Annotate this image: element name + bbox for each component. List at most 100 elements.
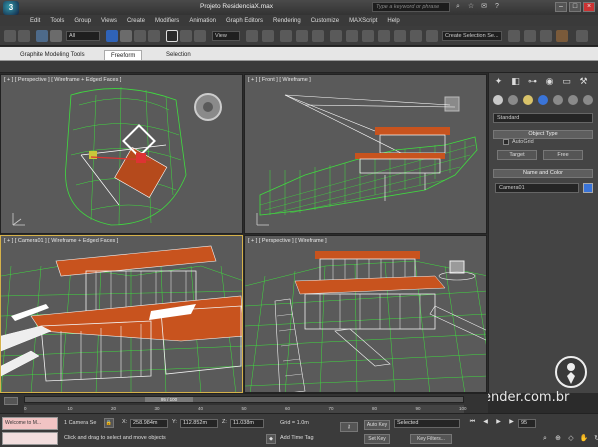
- minimize-button[interactable]: –: [555, 2, 567, 12]
- systems-icon[interactable]: [583, 95, 593, 105]
- select-by-name-icon[interactable]: [120, 30, 132, 42]
- pan-icon[interactable]: ✋: [579, 434, 589, 444]
- z-coordinate-field[interactable]: 11.038m: [230, 419, 264, 428]
- schematic-view-icon[interactable]: [426, 30, 438, 42]
- add-time-tag-button[interactable]: Add Time Tag: [280, 435, 314, 441]
- lights-icon[interactable]: [523, 95, 533, 105]
- key-mode-dropdown[interactable]: Selected: [394, 419, 460, 428]
- tab-graphite-modeling-tools[interactable]: Graphite Modeling Tools: [14, 50, 91, 60]
- expand-toolbar-icon[interactable]: [576, 30, 588, 42]
- pivot-icon[interactable]: [246, 30, 258, 42]
- select-link-icon[interactable]: [36, 30, 48, 42]
- rendered-frame-icon[interactable]: [540, 30, 552, 42]
- field-of-view-icon[interactable]: ◇: [566, 434, 576, 444]
- modify-icon[interactable]: ◧: [510, 76, 521, 87]
- app-menu-icon[interactable]: 3: [3, 0, 19, 15]
- search-icon[interactable]: ⌕: [454, 2, 462, 11]
- graphite-toggle-icon[interactable]: [394, 30, 406, 42]
- zoom-all-icon[interactable]: ⊕: [553, 434, 563, 444]
- selection-filter-dropdown[interactable]: All: [66, 31, 100, 41]
- orbit-icon[interactable]: ↻: [592, 434, 598, 444]
- set-key-button[interactable]: Set Key: [364, 434, 390, 444]
- named-selection-set-input[interactable]: Create Selection Se...: [442, 31, 502, 41]
- helpers-icon[interactable]: [553, 95, 563, 105]
- undo-icon[interactable]: [4, 30, 16, 42]
- angle-snap-icon[interactable]: [280, 30, 292, 42]
- viewport-label[interactable]: [ + ] [ Camera01 ] [ Wireframe + Edged F…: [4, 238, 118, 244]
- render-setup-icon[interactable]: [524, 30, 536, 42]
- object-color-swatch[interactable]: [583, 183, 593, 193]
- select-object-icon[interactable]: [106, 30, 118, 42]
- geometry-icon[interactable]: [493, 95, 503, 105]
- help-icon[interactable]: ?: [493, 2, 501, 11]
- menu-item-modifiers[interactable]: Modifiers: [155, 18, 179, 24]
- name-and-color-rollout[interactable]: Name and Color: [493, 169, 593, 178]
- set-key-icon[interactable]: ⚷: [340, 422, 358, 432]
- viewport-label[interactable]: [ + ] [ Perspective ] [ Wireframe ]: [248, 238, 327, 244]
- current-frame-field[interactable]: 95: [518, 419, 536, 428]
- menu-item-animation[interactable]: Animation: [189, 18, 216, 24]
- menu-item-help[interactable]: Help: [387, 18, 399, 24]
- unlink-icon[interactable]: [50, 30, 62, 42]
- viewport-front-top-right[interactable]: [ + ] [ Front ] [ Wireframe ]: [244, 74, 487, 234]
- time-slider-thumb[interactable]: 95 / 100: [145, 397, 193, 402]
- time-tag-icon[interactable]: ◆: [266, 434, 276, 444]
- track-bar[interactable]: 0 10 20 30 40 50 60 70 80 90 100: [24, 405, 467, 413]
- go-to-start-icon[interactable]: ⏮: [468, 418, 477, 427]
- cameras-icon[interactable]: [538, 95, 548, 105]
- previous-frame-icon[interactable]: ◀: [481, 418, 490, 427]
- subscription-icon[interactable]: ☆: [467, 2, 475, 11]
- free-camera-button[interactable]: Free: [543, 150, 583, 160]
- percent-snap-icon[interactable]: [296, 30, 308, 42]
- rotate-icon[interactable]: [180, 30, 192, 42]
- viewport-perspective-bottom-right[interactable]: [ + ] [ Perspective ] [ Wireframe ]: [244, 235, 487, 393]
- menu-item-create[interactable]: Create: [127, 18, 145, 24]
- menu-item-maxscript[interactable]: MAXScript: [349, 18, 377, 24]
- window-crossing-icon[interactable]: [148, 30, 160, 42]
- viewport-perspective-top-left[interactable]: [ + ] [ Perspective ] [ Wireframe + Edge…: [0, 74, 243, 234]
- time-slider[interactable]: 95 / 100: [24, 396, 464, 403]
- maxscript-listener[interactable]: Welcome to M...: [2, 417, 58, 430]
- menu-item-customize[interactable]: Customize: [311, 18, 339, 24]
- align-icon[interactable]: [362, 30, 374, 42]
- menu-item-tools[interactable]: Tools: [50, 18, 64, 24]
- viewport-camera-bottom-left[interactable]: [ + ] [ Camera01 ] [ Wireframe + Edged F…: [0, 235, 243, 393]
- menu-item-edit[interactable]: Edit: [30, 18, 40, 24]
- object-type-rollout[interactable]: Object Type: [493, 130, 593, 139]
- motion-icon[interactable]: ◉: [544, 76, 555, 87]
- reference-coordinate-dropdown[interactable]: View: [212, 31, 240, 41]
- object-name-field[interactable]: Camera01: [495, 183, 579, 193]
- redo-icon[interactable]: [18, 30, 30, 42]
- key-filters-button[interactable]: Key Filters...: [410, 434, 452, 444]
- auto-key-button[interactable]: Auto Key: [364, 420, 390, 430]
- render-production-icon[interactable]: [556, 30, 568, 42]
- play-icon[interactable]: ▶: [494, 418, 503, 427]
- display-icon[interactable]: ▭: [561, 76, 572, 87]
- hierarchy-icon[interactable]: ⊶: [527, 76, 538, 87]
- search-input[interactable]: Type a keyword or phrase: [372, 2, 450, 12]
- spinner-snap-icon[interactable]: [312, 30, 324, 42]
- material-editor-icon[interactable]: [508, 30, 520, 42]
- lock-selection-icon[interactable]: 🔒: [104, 418, 114, 428]
- autogrid-checkbox[interactable]: AutoGrid: [503, 139, 534, 145]
- spacewarps-icon[interactable]: [568, 95, 578, 105]
- menu-item-graph-editors[interactable]: Graph Editors: [226, 18, 263, 24]
- curve-editor-icon[interactable]: [410, 30, 422, 42]
- x-coordinate-field[interactable]: 258.984m: [130, 419, 168, 428]
- menu-item-rendering[interactable]: Rendering: [273, 18, 301, 24]
- communication-icon[interactable]: ✉: [480, 2, 488, 11]
- edit-named-selection-icon[interactable]: [330, 30, 342, 42]
- viewport-label[interactable]: [ + ] [ Front ] [ Wireframe ]: [248, 77, 311, 83]
- minicurve-toggle-icon[interactable]: [4, 397, 18, 405]
- layer-manager-icon[interactable]: [378, 30, 390, 42]
- maximize-button[interactable]: □: [569, 2, 581, 12]
- tab-selection[interactable]: Selection: [160, 50, 197, 60]
- snaps-icon[interactable]: [262, 30, 274, 42]
- menu-item-views[interactable]: Views: [101, 18, 117, 24]
- scale-icon[interactable]: [194, 30, 206, 42]
- move-icon[interactable]: [166, 30, 178, 42]
- mirror-icon[interactable]: [346, 30, 358, 42]
- menu-item-group[interactable]: Group: [74, 18, 91, 24]
- tab-freeform[interactable]: Freeform: [104, 50, 143, 60]
- utilities-icon[interactable]: ⚒: [578, 76, 589, 87]
